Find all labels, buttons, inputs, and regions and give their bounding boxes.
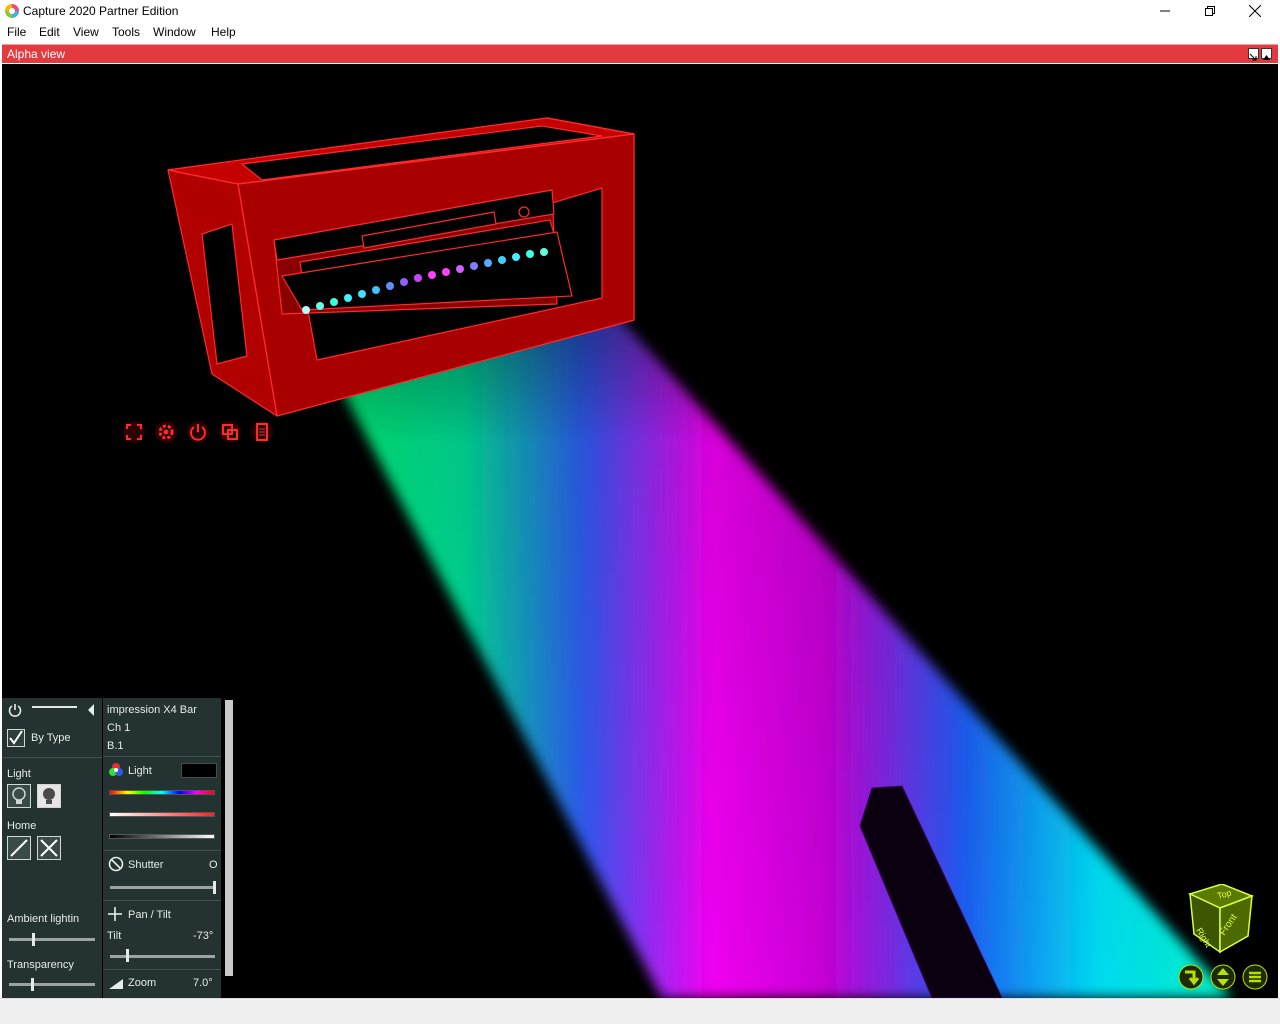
by-type-label: By Type bbox=[31, 732, 71, 744]
menu-help[interactable]: Help bbox=[211, 25, 236, 39]
ambient-slider-thumb[interactable] bbox=[32, 933, 35, 946]
divider bbox=[103, 900, 221, 901]
minimize-icon bbox=[1160, 10, 1170, 12]
ambient-lighting-label: Ambient lightin bbox=[7, 913, 80, 925]
light-on-button[interactable] bbox=[37, 784, 61, 808]
menu-window[interactable]: Window bbox=[153, 25, 196, 39]
focus-icon[interactable] bbox=[122, 420, 146, 444]
menu-tools[interactable]: Tools bbox=[112, 25, 140, 39]
light-off-button[interactable] bbox=[7, 784, 31, 808]
restore-icon bbox=[1205, 6, 1215, 16]
control-panel: By Type Light Home Ambient lightin Trans… bbox=[2, 698, 234, 998]
tilt-label: Tilt bbox=[107, 930, 122, 942]
bulb-off-icon bbox=[12, 787, 26, 804]
restore-button[interactable] bbox=[1187, 0, 1233, 22]
view-cube[interactable]: Top Right Front bbox=[1182, 884, 1258, 956]
panel-scrollbar[interactable] bbox=[225, 700, 233, 976]
fixture-channel: Ch 1 bbox=[107, 722, 131, 734]
close-icon bbox=[1249, 5, 1261, 17]
color-wheel-icon bbox=[109, 763, 123, 776]
tilt-value: -73° bbox=[193, 930, 214, 942]
power-toggle-icon[interactable] bbox=[8, 703, 22, 717]
document-icon[interactable] bbox=[250, 420, 274, 444]
panel-right: impression X4 Bar Ch 1 B.1 Light Shutter… bbox=[103, 698, 221, 998]
transparency-slider-thumb[interactable] bbox=[31, 978, 34, 991]
fixture-toolbar bbox=[122, 420, 282, 446]
zoom-label: Zoom bbox=[128, 977, 157, 989]
rotate-icon[interactable] bbox=[1178, 964, 1204, 990]
divider bbox=[103, 850, 221, 851]
maximize-icon bbox=[1263, 55, 1270, 60]
title-bar: Capture 2020 Partner Edition bbox=[0, 0, 1280, 22]
power-icon[interactable] bbox=[186, 420, 210, 444]
intensity-slider[interactable] bbox=[109, 834, 215, 839]
fixture-name: impression X4 Bar bbox=[107, 704, 197, 716]
shutter-slider-track[interactable] bbox=[110, 886, 215, 889]
divider bbox=[103, 969, 221, 970]
transparency-slider-track[interactable] bbox=[9, 983, 95, 986]
shutter-value: O bbox=[209, 859, 218, 871]
status-bar bbox=[0, 998, 1280, 1024]
collapse-left-icon[interactable] bbox=[86, 703, 96, 717]
transparency-label: Transparency bbox=[7, 959, 74, 971]
zoom-icon bbox=[109, 979, 123, 989]
arrows-icon[interactable] bbox=[1210, 964, 1236, 990]
view-header: Alpha view bbox=[2, 44, 1278, 63]
layers-icon[interactable] bbox=[218, 420, 242, 444]
diagonal-line-icon bbox=[10, 839, 28, 857]
undock-button[interactable] bbox=[1248, 48, 1259, 61]
home-reset-button[interactable] bbox=[37, 836, 61, 860]
window-title: Capture 2020 Partner Edition bbox=[23, 4, 179, 18]
home-align-button[interactable] bbox=[7, 836, 31, 860]
cross-arrows-icon bbox=[40, 839, 58, 857]
bulb-on-icon bbox=[43, 788, 55, 804]
close-button[interactable] bbox=[1232, 0, 1278, 22]
home-section-label: Home bbox=[7, 820, 37, 832]
saturation-slider[interactable] bbox=[109, 812, 215, 817]
zoom-value: 7.0° bbox=[193, 977, 213, 989]
light-section-label: Light bbox=[7, 768, 31, 780]
tilt-slider-thumb[interactable] bbox=[126, 949, 129, 962]
divider bbox=[103, 756, 221, 757]
panel-handle[interactable] bbox=[32, 706, 77, 708]
panel-left: By Type Light Home Ambient lightin Trans… bbox=[2, 698, 102, 998]
pan-tilt-label: Pan / Tilt bbox=[128, 909, 171, 921]
hue-slider[interactable] bbox=[109, 790, 215, 795]
pan-tilt-icon bbox=[108, 907, 122, 921]
app-logo-icon bbox=[5, 4, 19, 18]
color-swatch[interactable] bbox=[181, 763, 217, 778]
shutter-slider-thumb[interactable] bbox=[213, 881, 216, 894]
menu-icon[interactable] bbox=[1242, 964, 1268, 990]
undock-icon bbox=[1249, 53, 1257, 61]
fixture-id: B.1 bbox=[107, 740, 124, 752]
shutter-icon bbox=[108, 856, 124, 872]
maximize-view-button[interactable] bbox=[1261, 48, 1272, 60]
menu-file[interactable]: File bbox=[7, 25, 26, 39]
divider bbox=[2, 757, 102, 758]
menu-view[interactable]: View bbox=[73, 25, 99, 39]
by-type-checkbox[interactable] bbox=[7, 729, 25, 747]
minimize-button[interactable] bbox=[1142, 0, 1188, 22]
ambient-slider-track[interactable] bbox=[9, 938, 95, 941]
menu-edit[interactable]: Edit bbox=[39, 25, 60, 39]
shutter-label: Shutter bbox=[128, 859, 164, 871]
menu-bar: File Edit View Tools Window Help bbox=[0, 22, 1280, 43]
settings-icon[interactable] bbox=[154, 420, 178, 444]
view-title: Alpha view bbox=[7, 47, 66, 61]
light-color-label: Light bbox=[128, 765, 152, 777]
